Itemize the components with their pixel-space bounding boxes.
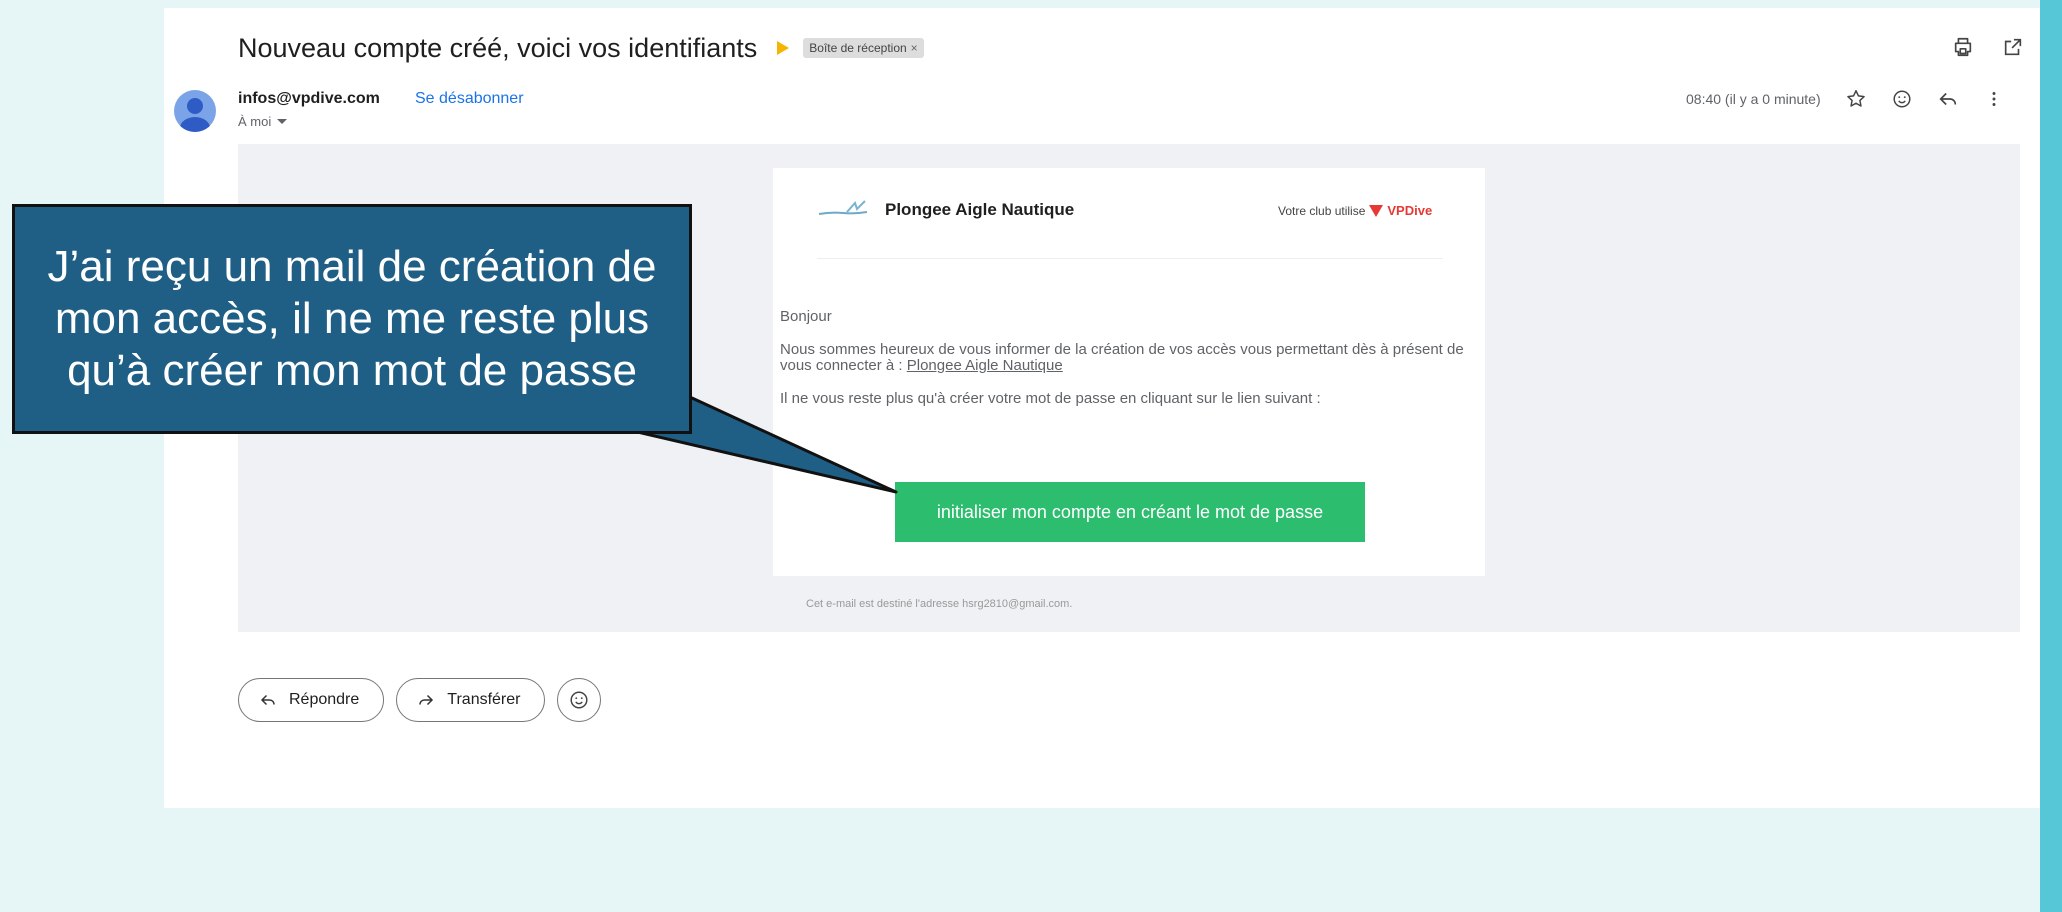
greeting-text: Bonjour (780, 308, 832, 325)
message-timestamp: 08:40 (il y a 0 minute) (1686, 91, 1821, 107)
star-icon[interactable] (1845, 88, 1867, 110)
emoji-icon[interactable] (1891, 88, 1913, 110)
club-logo (818, 200, 868, 215)
vpdive-branding: Votre club utilise VPDive (1278, 203, 1432, 218)
email-subject: Nouveau compte créé, voici vos identifia… (238, 32, 758, 63)
inbox-label-text: Boîte de réception (809, 41, 907, 55)
sender-avatar[interactable] (174, 90, 216, 132)
reply-icon (260, 694, 275, 706)
initialize-account-button[interactable]: initialiser mon compte en créant le mot … (895, 482, 1365, 542)
forward-button[interactable]: Transférer (396, 678, 546, 722)
reply-button[interactable]: Répondre (238, 678, 385, 722)
reply-icon[interactable] (1937, 88, 1959, 110)
print-icon[interactable] (1952, 36, 1974, 58)
reply-label: Répondre (289, 691, 360, 708)
top-actions (1952, 36, 2024, 58)
email-content-card: Plongee Aigle Nautique Votre club utilis… (773, 168, 1485, 576)
email-footer-note: Cet e-mail est destiné l'adresse hsrg281… (806, 598, 1073, 610)
card-divider (817, 258, 1443, 259)
more-vert-icon[interactable] (1983, 88, 2005, 110)
annotation-callout: J’ai reçu un mail de création de mon acc… (12, 204, 692, 434)
club-name: Plongee Aigle Nautique (885, 200, 1075, 219)
inbox-label-chip[interactable]: Boîte de réception × (803, 38, 924, 58)
open-in-new-window-icon[interactable] (2002, 36, 2024, 58)
club-uses-label: Votre club utilise (1278, 203, 1366, 218)
remove-label-button[interactable]: × (911, 41, 918, 55)
subject-row: Nouveau compte créé, voici vos identifia… (238, 30, 924, 66)
intro-text: Nous sommes heureux de vous informer de … (780, 341, 1464, 374)
message-meta: 08:40 (il y a 0 minute) (1686, 88, 2005, 110)
club-link[interactable]: Plongee Aigle Nautique (907, 357, 1063, 374)
recipient-toggle[interactable]: À moi (238, 114, 288, 129)
forward-label: Transférer (447, 691, 521, 708)
vpdive-logo-icon (1369, 204, 1384, 217)
forward-icon (419, 694, 434, 706)
instruction-paragraph: Il ne vous reste plus qu'à créer votre m… (780, 390, 1321, 407)
side-accent-strip (2040, 0, 2062, 912)
emoji-icon (570, 691, 589, 709)
reply-bar: Répondre Transférer (238, 678, 602, 722)
emoji-reaction-button[interactable] (557, 678, 602, 722)
callout-text: J’ai reçu un mail de création de mon acc… (47, 242, 657, 395)
sender-address[interactable]: infos@vpdive.com (238, 90, 380, 108)
importance-marker-icon[interactable] (777, 41, 790, 55)
intro-paragraph: Nous sommes heureux de vous informer de … (780, 342, 1480, 374)
recipient-label: À moi (238, 114, 272, 129)
unsubscribe-link[interactable]: Se désabonner (415, 90, 524, 108)
chevron-down-icon (277, 119, 288, 124)
vpdive-brand-name: VPDive (1387, 203, 1433, 218)
